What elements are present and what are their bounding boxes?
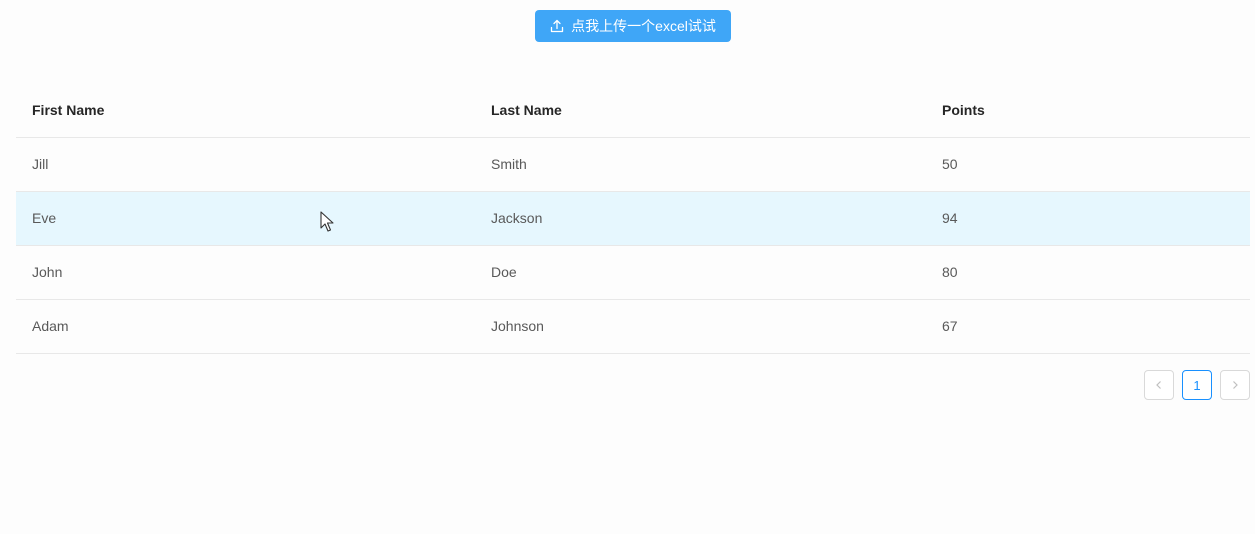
column-header-points[interactable]: Points bbox=[942, 84, 985, 137]
cell-points: 50 bbox=[942, 156, 958, 172]
chevron-right-icon bbox=[1230, 378, 1240, 393]
table-header-row: First Name Last Name Points bbox=[16, 84, 1250, 138]
table-row[interactable]: Eve Jackson 94 bbox=[16, 192, 1250, 246]
column-header-first-name[interactable]: First Name bbox=[32, 84, 104, 137]
cell-last-name: Jackson bbox=[491, 210, 543, 226]
cell-first-name: Jill bbox=[32, 156, 49, 172]
cell-first-name: Eve bbox=[32, 210, 57, 226]
cell-first-name: Adam bbox=[32, 318, 69, 334]
cell-first-name: John bbox=[32, 264, 63, 280]
upload-excel-button[interactable]: 点我上传一个excel试试 bbox=[535, 10, 731, 42]
next-page-button[interactable] bbox=[1220, 370, 1250, 400]
data-table: First Name Last Name Points Jill Smith 5… bbox=[16, 84, 1250, 354]
cell-last-name: Doe bbox=[491, 264, 517, 280]
pagination: 1 bbox=[1144, 370, 1250, 400]
prev-page-button[interactable] bbox=[1144, 370, 1174, 400]
page: 点我上传一个excel试试 First Name Last Name Point… bbox=[0, 0, 1255, 534]
upload-button-label: 点我上传一个excel试试 bbox=[571, 18, 716, 34]
cell-last-name: Johnson bbox=[491, 318, 544, 334]
table-row[interactable]: John Doe 80 bbox=[16, 246, 1250, 300]
cell-points: 80 bbox=[942, 264, 958, 280]
column-header-last-name[interactable]: Last Name bbox=[491, 84, 562, 137]
cell-points: 94 bbox=[942, 210, 958, 226]
cell-points: 67 bbox=[942, 318, 958, 334]
upload-icon bbox=[550, 19, 564, 33]
chevron-left-icon bbox=[1154, 378, 1164, 393]
cell-last-name: Smith bbox=[491, 156, 527, 172]
page-1-button[interactable]: 1 bbox=[1182, 370, 1212, 400]
table-row[interactable]: Jill Smith 50 bbox=[16, 138, 1250, 192]
table-row[interactable]: Adam Johnson 67 bbox=[16, 300, 1250, 354]
mouse-cursor-icon bbox=[320, 211, 334, 233]
